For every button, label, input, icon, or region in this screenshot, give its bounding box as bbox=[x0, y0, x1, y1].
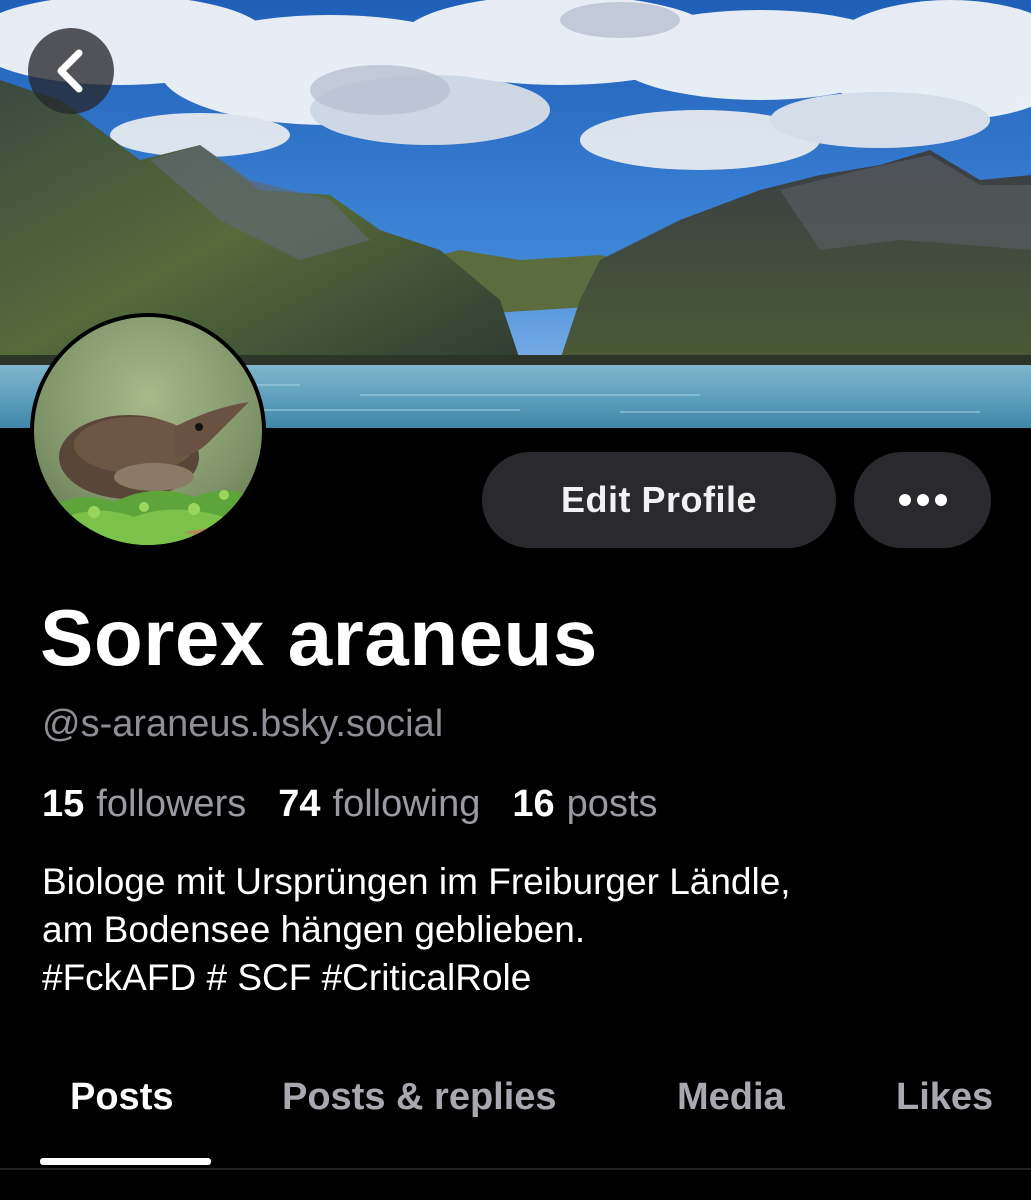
active-tab-indicator bbox=[40, 1158, 211, 1165]
posts-stat: 16 posts bbox=[512, 780, 657, 828]
posts-count: 16 bbox=[512, 783, 555, 825]
followers-count: 15 bbox=[42, 783, 85, 825]
following-stat[interactable]: 74 following bbox=[278, 780, 480, 828]
edit-profile-button[interactable]: Edit Profile bbox=[482, 452, 836, 548]
bio-hashtags[interactable]: #FckAFD # SCF #CriticalRole bbox=[42, 954, 982, 1002]
profile-tabs: Posts Posts & replies Media Likes bbox=[0, 1060, 1031, 1170]
posts-label: posts bbox=[566, 783, 658, 825]
profile-bio: Biologe mit Ursprüngen im Freiburger Län… bbox=[42, 858, 982, 1002]
following-label: following bbox=[332, 783, 481, 825]
following-count: 74 bbox=[278, 783, 321, 825]
bio-line: Biologe mit Ursprüngen im Freiburger Län… bbox=[42, 861, 791, 902]
tab-posts[interactable]: Posts bbox=[70, 1060, 173, 1166]
back-button[interactable] bbox=[28, 28, 114, 114]
bio-line: am Bodensee hängen geblieben. bbox=[42, 909, 586, 950]
followers-label: followers bbox=[96, 783, 247, 825]
chevron-left-icon bbox=[57, 49, 83, 93]
profile-stats: 15 followers 74 following 16 posts bbox=[42, 780, 658, 828]
ellipsis-icon bbox=[898, 494, 947, 506]
more-options-button[interactable] bbox=[854, 452, 991, 548]
display-name: Sorex araneus bbox=[40, 593, 598, 682]
tab-posts-and-replies[interactable]: Posts & replies bbox=[282, 1060, 557, 1166]
followers-stat[interactable]: 15 followers bbox=[42, 780, 246, 828]
profile-handle: @s-araneus.bsky.social bbox=[42, 703, 444, 745]
avatar[interactable] bbox=[30, 313, 266, 549]
tab-media[interactable]: Media bbox=[677, 1060, 785, 1166]
avatar-image bbox=[34, 317, 262, 545]
tab-likes[interactable]: Likes bbox=[896, 1060, 993, 1166]
